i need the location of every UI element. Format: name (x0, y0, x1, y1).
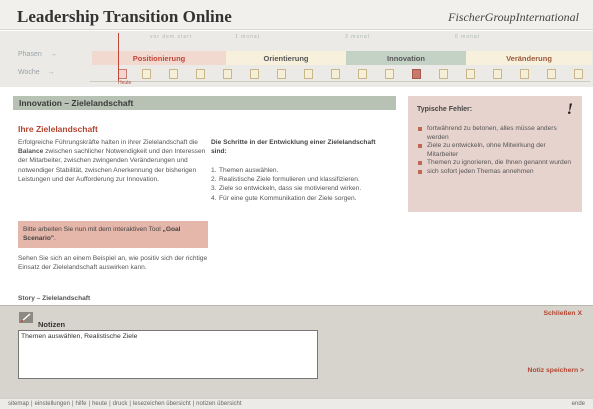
footer: sitemap | einstellungen | hilfe | heute | druck |… (0, 398, 593, 409)
week-box[interactable] (331, 69, 340, 79)
week-box[interactable] (547, 69, 556, 79)
typical-errors-panel: Typische Fehler: ! fortwährend zu betone… (408, 96, 582, 212)
phase-timeline: Phasen → Woche → vor dem start 1 monat 3 m… (0, 31, 593, 87)
errors-list: fortwährend zu betonen, alles müsse ande… (418, 125, 574, 177)
today-marker (118, 33, 119, 81)
footer-link[interactable]: sitemap (8, 401, 29, 407)
list-item: sich sofort jeden Themas annehmen (418, 168, 574, 177)
phase-innovation[interactable]: Innovation (346, 51, 466, 65)
sidebar-title: Typische Fehler: (417, 106, 473, 113)
week-box[interactable] (250, 69, 259, 79)
bullet-icon (418, 161, 422, 166)
bullet-icon (418, 127, 422, 131)
intro-paragraph: Erfolgreiche Führungskräfte halten in ih… (18, 139, 206, 183)
end-link[interactable]: ende (572, 401, 585, 407)
separator: | (71, 401, 74, 407)
tool-hint-box[interactable]: Bitte arbeiten Sie nun mit dem interakti… (18, 221, 208, 248)
phase-sub-label: 6 monat (455, 34, 481, 40)
footer-link[interactable]: druck (113, 401, 128, 407)
phase-row: Positionierung Orientierung Innovation V… (92, 51, 592, 65)
footer-link[interactable]: lesezeichen übersicht (133, 401, 191, 407)
week-box[interactable] (466, 69, 475, 79)
footer-link[interactable]: heute (92, 401, 107, 407)
bullet-icon (418, 169, 422, 174)
app-title: Leadership Transition Online (17, 7, 232, 26)
arrow-right-icon: → (49, 51, 57, 58)
list-item: 2. Realistische Ziele formulieren und kla… (211, 176, 360, 184)
app-header: Leadership Transition Online FischerGrou… (0, 0, 593, 30)
list-item: 4. Für eine gute Kommunikation der Ziele … (211, 194, 357, 202)
list-item: fortwährend zu betonen, alles müsse ande… (418, 125, 574, 142)
phase-positionierung[interactable]: Positionierung (92, 51, 226, 65)
phase-sub-label: 3 monat (345, 34, 371, 40)
phasen-row-label: Phasen → (18, 51, 57, 58)
separator: | (129, 401, 131, 407)
week-box[interactable] (118, 69, 127, 79)
notes-title: Notizen (38, 320, 66, 329)
phase-orientierung[interactable]: Orientierung (226, 51, 346, 65)
close-notes-button[interactable]: Schließen X (543, 310, 582, 317)
brand-logo: FischerGroupInternational (448, 10, 579, 24)
example-paragraph: Sehen Sie sich an einem Beispiel an, wie… (18, 255, 208, 272)
week-box[interactable] (439, 69, 448, 79)
week-row (90, 68, 590, 82)
footer-links: sitemap | einstellungen | hilfe | heute | druck |… (8, 401, 242, 407)
week-box[interactable] (196, 69, 205, 79)
section-title: Innovation – Zielelandschaft (13, 96, 396, 110)
week-box[interactable] (142, 69, 151, 79)
list-item: Ziele zu entwickeln, ohne Mitwirkung der… (418, 142, 574, 159)
separator: | (109, 401, 111, 407)
notes-textarea[interactable]: Themen auswählen, Realistische Ziele (18, 330, 318, 379)
phase-sub-label: vor dem start (150, 34, 193, 40)
steps-title: Die Schritte in der Entwicklung einer Zi… (211, 139, 376, 156)
steps-list: 1. Themen auswählen. 2. Realistische Ziele… (211, 166, 386, 203)
phase-veraenderung[interactable]: Veränderung (466, 51, 592, 65)
week-box[interactable] (304, 69, 313, 79)
bullet-icon (418, 144, 422, 149)
week-box[interactable] (520, 69, 529, 79)
week-box[interactable] (493, 69, 502, 79)
story-link[interactable]: Story – Zielelandschaft (18, 295, 90, 302)
main-content: Innovation – Zielelandschaft Ihre Zielel… (13, 96, 400, 304)
footer-link[interactable]: einstellungen (35, 401, 70, 407)
content-heading: Ihre Zielelandschaft (18, 124, 98, 134)
list-item: Themen zu ignorieren, die Ihnen genannt … (418, 159, 574, 168)
today-label: Heute (118, 80, 132, 86)
footer-link[interactable]: hilfe (76, 401, 87, 407)
week-box[interactable] (574, 69, 583, 79)
week-box[interactable] (223, 69, 232, 79)
list-item: 3. Ziele so entwickeln, dass sie motivier… (211, 185, 362, 193)
pencil-icon (19, 312, 33, 323)
week-box[interactable] (412, 69, 421, 79)
week-box[interactable] (385, 69, 394, 79)
week-box[interactable] (277, 69, 286, 79)
list-item: 1. Themen auswählen. (211, 167, 279, 174)
notes-panel: Notizen Schließen X Themen auswählen, Re… (0, 305, 593, 398)
separator: | (31, 401, 33, 407)
footer-link[interactable]: notizen übersicht (196, 401, 241, 407)
woche-row-label: Woche → (18, 69, 55, 76)
separator: | (192, 401, 195, 407)
exclamation-icon: ! (566, 101, 573, 118)
save-note-button[interactable]: Notiz speichern > (528, 367, 584, 374)
arrow-right-icon: → (47, 69, 55, 76)
separator: | (88, 401, 91, 407)
week-box[interactable] (358, 69, 367, 79)
phase-sub-label: 1 monat (235, 34, 261, 40)
week-box[interactable] (169, 69, 178, 79)
